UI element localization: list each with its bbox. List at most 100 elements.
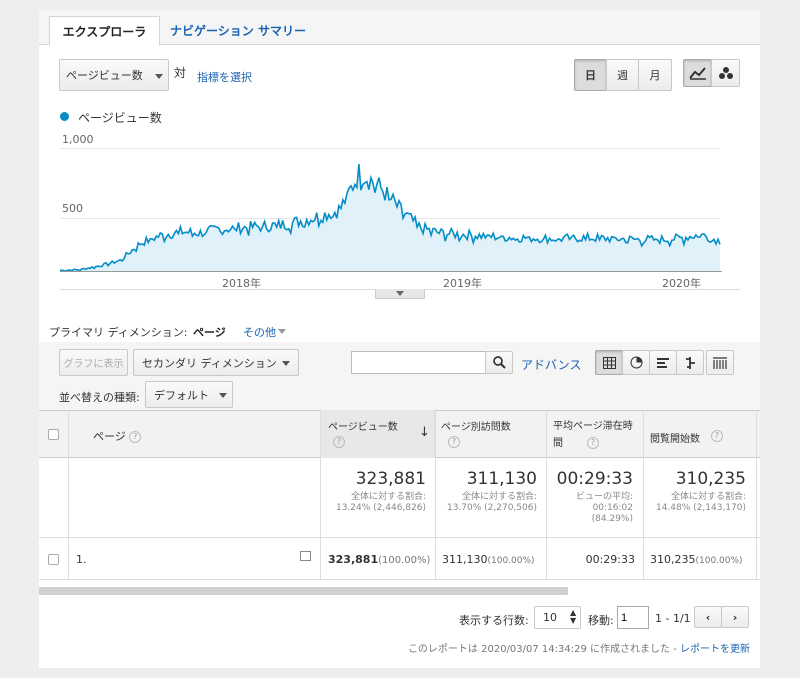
rows-per-page-select[interactable]: 10 ▲ ▼ (534, 606, 581, 629)
chevron-down-icon (155, 74, 163, 79)
row-pageviews-pct: (100.00%) (378, 555, 431, 566)
row-entrances: 310,235(100.00%) (650, 553, 743, 566)
select-all-checkbox[interactable] (48, 429, 59, 440)
secondary-dimension-select[interactable]: セカンダリ ディメンション (133, 349, 299, 376)
open-page-icon[interactable] (300, 551, 311, 561)
chevron-right-icon: › (732, 610, 738, 624)
period-day-label: 日 (585, 69, 596, 82)
plot-rows-label: グラフに表示 (63, 359, 124, 370)
previous-page-button[interactable]: ‹ (694, 606, 722, 628)
goto-label: 移動: (588, 614, 614, 627)
pageviews-chart (60, 164, 721, 272)
x-axis (60, 271, 722, 272)
stepper-icon: ▲ ▼ (570, 608, 577, 625)
page-column-header[interactable]: ページ ? (93, 428, 142, 444)
horizontal-scrollbar[interactable] (39, 587, 568, 595)
total-pageviews-sub: 13.24% (2,446,826) (335, 503, 426, 513)
pivot-view-button[interactable] (706, 350, 734, 375)
total-entrances-sub: 14.48% (2,143,170) (655, 503, 746, 513)
advanced-filter-link[interactable]: アドバンス (521, 356, 581, 373)
chart-collapse-handle[interactable] (375, 289, 425, 299)
line-chart-button[interactable] (683, 59, 712, 87)
select-metric-link[interactable]: 指標を選択 (197, 69, 252, 85)
sort-type-select[interactable]: デフォルト (145, 381, 233, 408)
chart-legend-label: ページビュー数 (78, 111, 162, 125)
period-week-label: 週 (617, 69, 628, 82)
search-button[interactable] (485, 351, 513, 374)
dimension-other[interactable]: その他 (243, 324, 276, 340)
total-unique-pct-label: 全体に対する割合: (461, 492, 537, 502)
table-search-input[interactable] (351, 351, 486, 374)
period-month-button[interactable]: 月 (638, 59, 672, 91)
comparison-view-button[interactable] (676, 350, 704, 375)
help-icon[interactable]: ? (711, 430, 723, 442)
goto-page-input[interactable] (617, 606, 649, 629)
help-icon[interactable]: ? (587, 437, 599, 449)
refresh-report-link[interactable]: レポートを更新 (680, 644, 750, 655)
avg-time-view-label: ビューの平均: (575, 492, 633, 502)
column-divider (435, 410, 436, 580)
row-unique: 311,130(100.00%) (442, 553, 535, 566)
chevron-left-icon: ‹ (705, 610, 711, 624)
motion-chart-button[interactable] (711, 59, 740, 87)
pie-view-button[interactable] (622, 350, 650, 375)
column-divider (68, 410, 69, 580)
metric-select[interactable]: ページビュー数 (59, 59, 169, 91)
total-pageviews: 323,881 (355, 469, 426, 489)
rows-per-page-value: 10 (543, 611, 557, 624)
tab-explorer[interactable]: エクスプローラ (49, 16, 160, 46)
row-pageviews: 323,881(100.00%) (328, 553, 430, 566)
row-pageviews-value: 323,881 (328, 553, 379, 566)
total-unique: 311,130 (466, 469, 537, 489)
secondary-dimension-label: セカンダリ ディメンション (142, 356, 277, 370)
pageviews-header-label: ページビュー数 (328, 422, 398, 433)
pie-chart-icon (630, 356, 642, 369)
primary-dimension-label: プライマリ ディメンション: (49, 326, 188, 339)
unique-pageviews-header[interactable]: ページ別訪問数 (441, 418, 511, 433)
column-divider (756, 410, 757, 580)
table-view-button[interactable] (595, 350, 623, 375)
sort-descending-icon: ↓ (419, 425, 430, 440)
column-divider (643, 410, 644, 580)
chevron-down-icon (278, 329, 286, 334)
help-icon[interactable]: ? (333, 436, 345, 448)
line-chart-icon (688, 67, 706, 80)
rows-per-page-label: 表示する行数: (459, 614, 529, 627)
total-unique-sub: 13.70% (2,270,506) (446, 503, 537, 513)
bar-chart-icon (656, 357, 669, 368)
column-divider (546, 410, 547, 580)
page-range: 1 - 1/1 (655, 612, 691, 625)
row-checkbox[interactable] (48, 554, 59, 565)
dimension-page[interactable]: ページ (193, 324, 226, 340)
report-generated-text: このレポートは 2020/03/07 14:34:29 に作成されました - (407, 644, 680, 655)
total-pageviews-pct-label: 全体に対する割合: (350, 492, 426, 502)
tab-navigation-summary[interactable]: ナビゲーション サマリー (160, 16, 316, 46)
avg-time-view-pct: (84.29%) (591, 514, 633, 524)
chevron-down-icon (396, 291, 404, 296)
next-page-button[interactable]: › (721, 606, 749, 628)
period-day-button[interactable]: 日 (574, 59, 607, 91)
chevron-down-icon (219, 393, 227, 398)
bubble-chart-icon (718, 67, 733, 79)
row-avg-time: 00:29:33 (585, 553, 635, 566)
total-avg-time: 00:29:33 (556, 469, 633, 489)
entrances-header[interactable]: 閲覧開始数 (650, 430, 700, 445)
search-icon (492, 356, 506, 369)
legend-dot-icon (60, 112, 69, 121)
period-month-label: 月 (649, 69, 661, 82)
pivot-icon (713, 356, 727, 369)
help-icon[interactable]: ? (129, 431, 142, 443)
sort-type-value: デフォルト (154, 388, 209, 402)
period-week-button[interactable]: 週 (606, 59, 639, 91)
column-divider (320, 458, 321, 580)
plot-rows-button[interactable]: グラフに表示 (59, 349, 128, 376)
sort-type-label: 並べ替えの種類: (59, 391, 140, 404)
help-icon[interactable]: ? (448, 436, 460, 448)
total-entrances-pct-label: 全体に対する割合: (670, 492, 746, 502)
performance-view-button[interactable] (649, 350, 677, 375)
row-entrances-pct: (100.00%) (695, 556, 743, 566)
report-footer: このレポートは 2020/03/07 14:34:29 に作成されました - レ… (392, 640, 750, 655)
vs-label: 対 (174, 66, 187, 80)
row-divider (39, 579, 760, 580)
table-grid-icon (602, 356, 616, 369)
